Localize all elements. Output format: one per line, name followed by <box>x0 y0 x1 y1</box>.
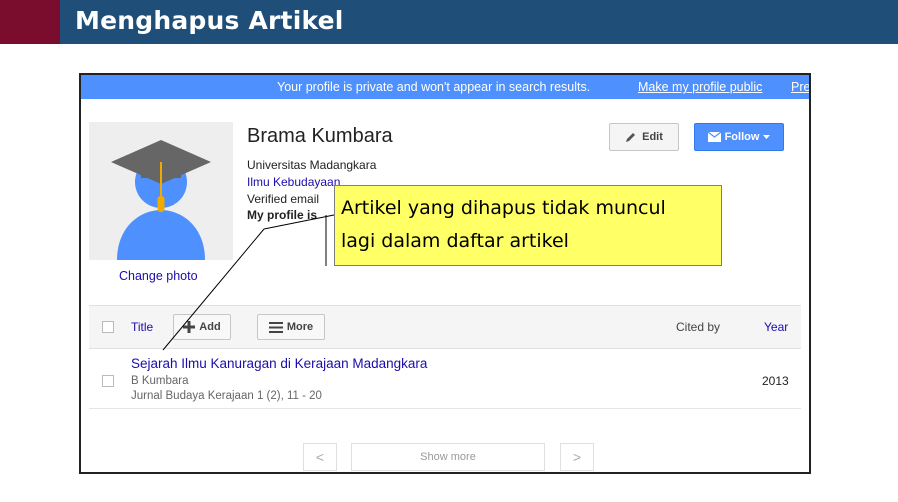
privacy-notice-text: Your profile is private and won't appear… <box>277 80 591 94</box>
edit-button[interactable]: Edit <box>609 123 679 151</box>
slide-header: Menghapus Artikel <box>0 0 898 44</box>
chevron-right-icon[interactable]: > <box>560 443 594 471</box>
table-row: Sejarah Ilmu Kanuragan di Kerajaan Madan… <box>89 348 801 409</box>
add-button-label: Add <box>199 321 221 333</box>
scholar-profile-screenshot: Your profile is private and won't appear… <box>79 73 811 474</box>
cited-by-header: Cited by <box>676 320 721 334</box>
slide-accent-block <box>0 0 60 44</box>
graduation-cap-avatar-icon <box>111 140 211 260</box>
pencil-icon <box>626 133 636 142</box>
edit-button-label: Edit <box>642 131 663 143</box>
profile-affiliation: Universitas Madangkara <box>247 158 377 172</box>
make-profile-public-link[interactable]: Make my profile public <box>638 75 762 99</box>
article-authors: B Kumbara <box>131 375 189 387</box>
slide-title: Menghapus Artikel <box>75 6 344 35</box>
truncated-link[interactable]: Pre <box>791 75 809 99</box>
profile-photo[interactable] <box>89 122 233 260</box>
article-title-link[interactable]: Sejarah Ilmu Kanuragan di Kerajaan Madan… <box>131 356 427 371</box>
row-checkbox[interactable] <box>102 375 114 387</box>
article-venue: Jurnal Budaya Kerajaan 1 (2), 11 - 20 <box>131 390 322 402</box>
change-photo-link[interactable]: Change photo <box>119 269 198 283</box>
callout-line-2: lagi dalam daftar artikel <box>341 230 569 252</box>
select-all-checkbox[interactable] <box>102 321 114 333</box>
add-button[interactable]: Add <box>173 314 231 340</box>
follow-button[interactable]: Follow <box>694 123 784 151</box>
show-more-button[interactable]: Show more <box>351 443 545 471</box>
privacy-notice-bar: Your profile is private and won't appear… <box>81 75 809 99</box>
profile-visibility-text: My profile is <box>247 208 318 222</box>
sort-by-title[interactable]: Title <box>131 320 153 334</box>
more-button[interactable]: More <box>257 314 325 340</box>
envelope-icon <box>707 132 721 142</box>
callout-line-1: Artikel yang dihapus tidak muncul <box>341 197 666 219</box>
chevron-left-icon[interactable]: < <box>303 443 337 471</box>
annotation-callout: Artikel yang dihapus tidak muncul lagi d… <box>334 185 722 266</box>
profile-interest-link[interactable]: Ilmu Kebudayaan <box>247 175 340 189</box>
menu-icon <box>268 321 283 333</box>
plus-icon <box>183 321 196 333</box>
articles-table-header: Title Add More Cited by Year <box>89 305 801 349</box>
sort-by-year[interactable]: Year <box>764 320 788 334</box>
verified-email-text: Verified email <box>247 192 320 206</box>
caret-down-icon <box>763 134 771 139</box>
article-year: 2013 <box>762 374 789 388</box>
more-button-label: More <box>286 321 314 333</box>
profile-name: Brama Kumbara <box>247 125 393 147</box>
follow-button-label: Follow <box>724 131 760 143</box>
